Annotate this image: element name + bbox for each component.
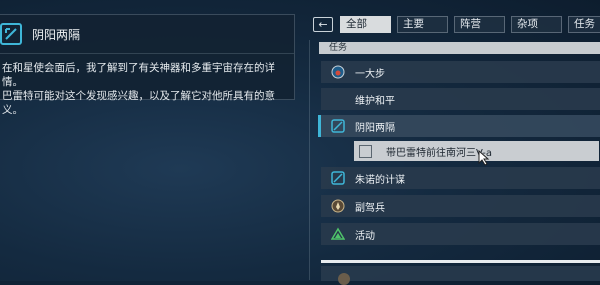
quest-info-card: 阴阳两隔 在和星使会面后，我了解到了有关神器和多重宇宙存在的详情。 巴雷特可能对… [0, 14, 295, 116]
quest-label: 朱诺的计谋 [355, 174, 405, 186]
quest-diamond-icon [331, 119, 345, 133]
quest-row[interactable]: 朱诺的计谋 [321, 167, 600, 189]
quest-row[interactable]: 副驾兵 [321, 195, 600, 217]
arrow-left-icon: ← [318, 18, 328, 31]
blank-icon [331, 92, 345, 106]
badge-icon [338, 273, 350, 285]
objective-row[interactable]: 带巴雷特前往南河三V-a [354, 141, 599, 161]
quest-desc-line-1: 在和星使会面后，我了解到了有关神器和多重宇宙存在的详情。 [2, 62, 275, 88]
quest-diamond-icon [331, 171, 345, 185]
filter-tabs: 全部 主要 阵营 杂项 任务 [340, 16, 600, 33]
tab-faction[interactable]: 阵营 [454, 16, 505, 33]
faction-badge-icon [331, 199, 345, 213]
quest-row[interactable]: 活动 [321, 223, 600, 245]
section-divider [321, 260, 600, 263]
list-header: 任务 [319, 42, 600, 54]
panel-divider-line [309, 40, 310, 280]
quest-diamond-icon [0, 23, 22, 45]
quest-label: 活动 [355, 230, 375, 242]
quest-label: 一大步 [355, 68, 385, 80]
quest-label: 副驾兵 [355, 202, 385, 214]
quest-label: 阴阳两隔 [355, 122, 395, 134]
quest-info-title: 阴阳两隔 [32, 27, 81, 42]
back-button[interactable]: ← [313, 17, 333, 32]
quest-label: 维护和平 [355, 95, 395, 107]
next-section-bar[interactable] [321, 266, 600, 281]
quest-row[interactable]: 一大步 [321, 61, 600, 83]
objective-checkbox[interactable] [359, 144, 372, 158]
objective-label: 带巴雷特前往南河三V-a [386, 147, 492, 159]
tab-main[interactable]: 主要 [397, 16, 448, 33]
triangle-icon [331, 227, 345, 241]
quest-row[interactable]: 维护和平 [321, 88, 600, 110]
quest-row-selected[interactable]: 阴阳两隔 [321, 115, 600, 137]
quest-info-header: 阴阳两隔 [0, 15, 294, 54]
planet-badge-icon [331, 65, 345, 79]
tab-mission[interactable]: 任务 [568, 16, 600, 33]
tab-misc[interactable]: 杂项 [511, 16, 562, 33]
quest-desc-line-2: 巴雷特可能对这个发现感兴趣，以及了解它对他所具有的意义。 [2, 90, 275, 116]
quest-info-description: 在和星使会面后，我了解到了有关神器和多重宇宙存在的详情。 巴雷特可能对这个发现感… [0, 54, 294, 117]
tab-all[interactable]: 全部 [340, 16, 391, 33]
